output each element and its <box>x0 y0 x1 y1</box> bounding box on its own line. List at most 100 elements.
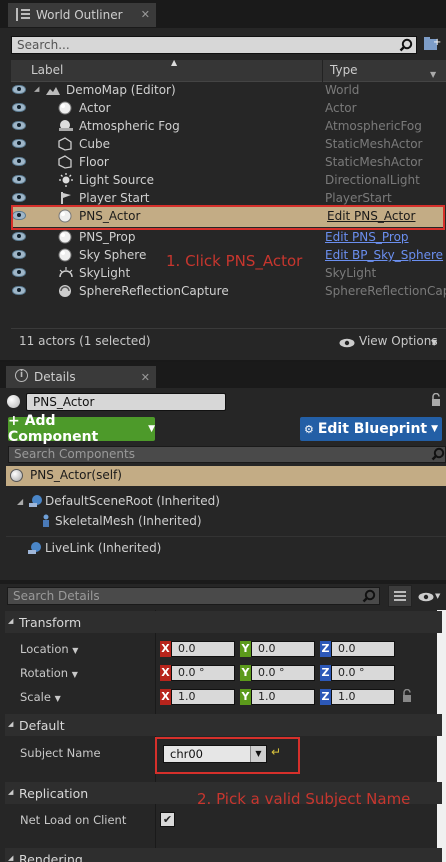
edit-blueprint-link[interactable]: Edit BP_Sky_Sphere <box>325 248 446 262</box>
rotation-x-axis: X <box>160 665 171 681</box>
property-matrix-icon[interactable] <box>388 585 412 607</box>
location-y-field[interactable]: 0.0 <box>251 641 315 657</box>
scale-label[interactable]: Scale ▼ <box>20 690 61 704</box>
search-icon[interactable] <box>431 447 445 465</box>
subject-name-dropdown[interactable]: chr00 ▼ <box>163 745 267 763</box>
visibility-eye-icon[interactable] <box>12 193 26 202</box>
outliner-row[interactable]: SphereReflectionCapture SphereReflectionC… <box>0 282 446 300</box>
lock-icon[interactable] <box>401 688 413 706</box>
chevron-down-icon: ▼ <box>431 338 438 347</box>
skylight-icon <box>58 266 73 280</box>
section-rendering-title: Rendering <box>19 851 83 862</box>
rotation-y-field[interactable]: 0.0 ° <box>251 665 315 681</box>
details-splitter[interactable] <box>0 580 446 584</box>
scale-y-field[interactable]: 1.0 <box>251 689 315 705</box>
visibility-eye-icon[interactable] <box>12 232 26 241</box>
view-options-button[interactable]: View Options <box>359 334 438 348</box>
rotation-label[interactable]: Rotation ▼ <box>20 666 78 680</box>
column-type-header[interactable]: Type <box>330 63 358 77</box>
section-default[interactable]: ◢ Default <box>5 714 442 736</box>
search-icon[interactable] <box>362 589 376 607</box>
tab-world-outliner[interactable]: World Outliner ✕ <box>8 3 156 27</box>
component-row-self[interactable]: PNS_Actor(self) <box>6 466 446 486</box>
outliner-row-type: Actor <box>325 101 357 115</box>
search-icon[interactable] <box>399 38 413 56</box>
visibility-eye-icon[interactable] <box>12 175 26 184</box>
outliner-row[interactable]: Atmospheric Fog AtmosphericFog <box>0 117 446 135</box>
outliner-row[interactable]: Cube StaticMeshActor <box>0 135 446 153</box>
tree-collapse-icon[interactable]: ◢ <box>34 85 39 93</box>
edit-blueprint-button[interactable]: ⚙ Edit Blueprint ▼ <box>300 417 442 441</box>
lock-icon[interactable] <box>430 392 442 410</box>
visibility-eye-icon[interactable] <box>12 85 26 94</box>
outliner-row[interactable]: PNS_Prop Edit PNS_Prop <box>0 228 446 246</box>
rotation-z-field[interactable]: 0.0 ° <box>331 665 395 681</box>
visibility-eye-icon[interactable] <box>12 268 26 277</box>
section-rendering[interactable]: ◢ Rendering <box>5 848 442 862</box>
visibility-eye-icon[interactable] <box>12 139 26 148</box>
fog-icon <box>58 119 73 133</box>
close-icon[interactable]: ✕ <box>141 8 150 21</box>
column-divider <box>322 60 323 82</box>
actor-sphere-icon <box>58 230 72 244</box>
section-collapse-icon: ◢ <box>8 617 14 625</box>
selected-row-highlight <box>11 205 445 230</box>
actor-count-status: 11 actors (1 selected) <box>19 334 151 348</box>
visibility-eye-icon[interactable] <box>12 286 26 295</box>
visibility-eye-icon[interactable] <box>12 157 26 166</box>
tree-collapse-icon[interactable]: ◢ <box>17 497 23 506</box>
property-column-divider <box>155 610 156 862</box>
section-transform[interactable]: ◢ Transform <box>5 611 442 633</box>
outliner-row-type: SkyLight <box>325 266 377 280</box>
outliner-row-type: StaticMeshActor <box>325 137 423 151</box>
close-icon[interactable]: ✕ <box>141 371 150 384</box>
chevron-down-icon: ▼ <box>148 424 155 434</box>
rotation-x-field[interactable]: 0.0 ° <box>171 665 235 681</box>
visibility-eye-icon[interactable] <box>12 121 26 130</box>
outliner-row[interactable]: Actor Actor <box>0 99 446 117</box>
location-z-field[interactable]: 0.0 <box>331 641 395 657</box>
actor-name-field[interactable]: PNS_Actor <box>26 393 226 411</box>
outliner-row[interactable]: Light Source DirectionalLight <box>0 171 446 189</box>
scale-z-axis: Z <box>320 689 331 705</box>
location-label[interactable]: Location ▼ <box>20 642 78 656</box>
net-load-checkbox[interactable]: ✔ <box>160 812 175 827</box>
visibility-eye-icon[interactable] <box>12 250 26 259</box>
visibility-eye-icon[interactable] <box>418 591 434 605</box>
component-self-label: PNS_Actor(self) <box>30 468 122 482</box>
section-default-title: Default <box>19 717 65 733</box>
scale-z-field[interactable]: 1.0 <box>331 689 395 705</box>
column-options-icon[interactable]: ▼ <box>430 70 436 79</box>
outliner-row[interactable]: Floor StaticMeshActor <box>0 153 446 171</box>
livelink-icon <box>27 541 43 558</box>
reset-to-default-icon[interactable]: ↵ <box>271 745 281 759</box>
details-tab-title: Details <box>34 370 76 384</box>
search-details-input[interactable]: Search Details <box>7 587 380 605</box>
edit-blueprint-link[interactable]: Edit PNS_Prop <box>325 230 446 244</box>
chevron-down-icon[interactable]: ▼ <box>435 592 440 600</box>
section-collapse-icon: ◢ <box>8 720 14 728</box>
outliner-row[interactable]: ◢ DemoMap (Editor) World <box>0 81 446 99</box>
location-z-axis: Z <box>320 641 331 657</box>
tab-details[interactable]: i Details ✕ <box>6 366 156 388</box>
add-component-button[interactable]: + Add Component ▼ <box>8 413 155 445</box>
outliner-row-label: Sky Sphere <box>79 248 147 262</box>
outliner-search-input[interactable]: Search... <box>11 36 417 54</box>
scale-x-field[interactable]: 1.0 <box>171 689 235 705</box>
component-root-label[interactable]: DefaultSceneRoot (Inherited) <box>45 494 220 508</box>
visibility-eye-icon[interactable] <box>12 103 26 112</box>
location-x-field[interactable]: 0.0 <box>171 641 235 657</box>
outliner-row-label: Cube <box>79 137 110 151</box>
column-label-header[interactable]: Label <box>31 63 63 77</box>
search-components-input[interactable]: Search Components <box>8 446 446 463</box>
actor-sphere-icon <box>10 469 23 482</box>
outliner-row-label: Actor <box>79 101 111 115</box>
chevron-down-icon: ▼ <box>431 424 439 434</box>
outliner-row-type: PlayerStart <box>325 191 392 205</box>
new-folder-icon[interactable]: + <box>423 36 441 55</box>
component-livelink-label[interactable]: LiveLink (Inherited) <box>45 541 161 555</box>
outliner-row-type: World <box>325 83 360 97</box>
component-mesh-label[interactable]: SkeletalMesh (Inherited) <box>55 514 202 528</box>
actor-name-value: PNS_Actor <box>33 395 95 409</box>
player-start-icon <box>58 191 72 205</box>
